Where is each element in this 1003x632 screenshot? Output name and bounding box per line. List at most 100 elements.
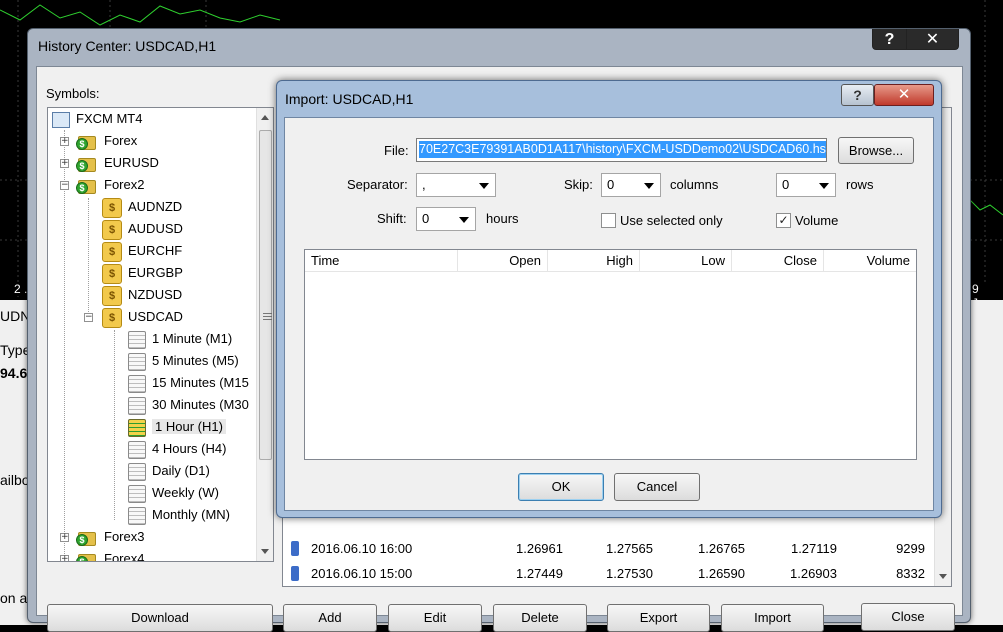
dollar-symbol-icon: $ (102, 241, 122, 262)
tree-item-symbol-usdcad[interactable]: $ USDCAD (102, 306, 183, 328)
tree-item-forex2[interactable]: $ Forex2 (76, 174, 144, 196)
import-preview-table[interactable]: Time Open High Low Close Volume (304, 249, 917, 460)
help-button[interactable]: ? (872, 29, 907, 50)
dollar-symbol-icon: $ (102, 219, 122, 240)
tree-item-eurusd-group[interactable]: $ EURUSD (76, 152, 159, 174)
candle-icon (291, 541, 299, 556)
chevron-down-icon (459, 217, 469, 223)
use-selected-label: Use selected only (620, 213, 723, 228)
download-button[interactable]: Download (47, 604, 273, 632)
column-header[interactable]: Open (458, 250, 548, 272)
tree-item-symbol[interactable]: $ AUDNZD (102, 196, 182, 218)
import-dialog-client: File: 70E27C3E79391AB0D1A117\history\FXC… (284, 117, 934, 511)
terminal-text: on al (0, 590, 31, 606)
help-button[interactable]: ? (841, 84, 874, 106)
tree-item-period[interactable]: 4 Hours (H4) (128, 438, 226, 460)
skip-columns-select[interactable]: 0 (601, 173, 661, 197)
terminal-text: Type (0, 342, 31, 358)
tree-item-period[interactable]: 30 Minutes (M30 (128, 394, 249, 416)
dollar-symbol-icon: $ (102, 307, 122, 328)
add-button[interactable]: Add (283, 604, 377, 632)
history-file-icon (128, 418, 146, 437)
rows-label: rows (846, 177, 874, 192)
close-window-button[interactable]: ✕ (906, 29, 959, 50)
tree-item-period[interactable]: Weekly (W) (128, 482, 219, 504)
tree-line (88, 198, 89, 322)
tree-line (114, 330, 115, 520)
collapse-icon[interactable]: − (84, 313, 93, 322)
symbols-label: Symbols: (46, 86, 100, 101)
skip-rows-select[interactable]: 0 (776, 173, 836, 197)
shift-select[interactable]: 0 (416, 207, 476, 231)
history-file-icon (128, 462, 146, 481)
symbols-tree[interactable]: FXCM MT4 + $ Forex + $ EURUSD − $ Forex2 $ A… (47, 107, 274, 562)
file-path-input[interactable]: 70E27C3E79391AB0D1A117\history\FXCM-USDD… (416, 138, 827, 162)
expand-icon[interactable]: + (60, 555, 69, 561)
skip-label: Skip: (564, 177, 593, 192)
scroll-down-icon[interactable] (261, 549, 269, 554)
delete-button[interactable]: Delete (493, 604, 587, 632)
folder-icon: $ (76, 529, 98, 547)
chevron-down-icon (479, 183, 489, 189)
folder-icon: $ (76, 177, 98, 195)
tree-item-period[interactable]: 5 Minutes (M5) (128, 350, 239, 372)
expand-icon[interactable]: + (60, 137, 69, 146)
table-header: Time Open High Low Close Volume (305, 250, 916, 272)
scroll-up-icon[interactable] (261, 115, 269, 120)
tree-item-symbol[interactable]: $ EURCHF (102, 240, 182, 262)
history-file-icon (128, 484, 146, 503)
tree-item-period-selected[interactable]: 1 Hour (H1) (128, 416, 226, 438)
tree-scrollbar[interactable] (256, 108, 273, 561)
terminal-text: UDN (0, 308, 31, 324)
close-dialog-button[interactable]: ✕ (874, 84, 934, 106)
tree-item-period[interactable]: 1 Minute (M1) (128, 328, 232, 350)
tree-item-symbol[interactable]: $ NZDUSD (102, 284, 182, 306)
columns-label: columns (670, 177, 719, 192)
volume-checkbox[interactable]: ✓ (776, 213, 791, 228)
table-row[interactable]: 2016.06.10 16:00 1.26961 1.27565 1.26765… (283, 536, 933, 561)
folder-icon: $ (76, 155, 98, 173)
separator-label: Separator: (347, 177, 408, 192)
tree-item-root[interactable]: FXCM MT4 (52, 108, 142, 130)
expand-icon[interactable]: + (60, 533, 69, 542)
scroll-thumb[interactable] (259, 130, 272, 460)
tree-line (64, 130, 65, 560)
candle-icon (291, 566, 299, 581)
import-dialog: Import: USDCAD,H1 ? ✕ File: 70E27C3E7939… (276, 80, 942, 518)
tree-item-symbol[interactable]: $ EURGBP (102, 262, 183, 284)
ok-button[interactable]: OK (518, 473, 604, 501)
column-header[interactable]: Close (732, 250, 824, 272)
collapse-icon[interactable]: − (60, 181, 69, 190)
column-header[interactable]: High (548, 250, 640, 272)
column-header[interactable]: Volume (824, 250, 916, 272)
table-row[interactable]: 2016.06.10 15:00 1.27449 1.27530 1.26590… (283, 561, 933, 586)
tree-item-forex4[interactable]: $ Forex4 (76, 548, 144, 561)
separator-select[interactable]: , (416, 173, 496, 197)
tree-item-forex3[interactable]: $ Forex3 (76, 526, 144, 548)
edit-button[interactable]: Edit (388, 604, 482, 632)
file-label: File: (384, 143, 409, 158)
history-file-icon (128, 330, 146, 349)
tree-item-symbol[interactable]: $ AUDUSD (102, 218, 183, 240)
use-selected-checkbox[interactable] (601, 213, 616, 228)
history-center-title: History Center: USDCAD,H1 (38, 38, 217, 54)
tree-item-period[interactable]: 15 Minutes (M15 (128, 372, 249, 394)
browse-button[interactable]: Browse... (838, 137, 914, 164)
dollar-symbol-icon: $ (102, 263, 122, 284)
column-header[interactable]: Time (305, 250, 458, 272)
shift-label: Shift: (377, 211, 407, 226)
cancel-button[interactable]: Cancel (614, 473, 700, 501)
history-file-icon (128, 374, 146, 393)
import-dialog-title: Import: USDCAD,H1 (285, 91, 414, 107)
close-button[interactable]: Close (861, 603, 955, 631)
expand-icon[interactable]: + (60, 159, 69, 168)
scroll-down-icon[interactable] (939, 574, 947, 579)
column-header[interactable]: Low (640, 250, 732, 272)
tree-item-period[interactable]: Monthly (MN) (128, 504, 230, 526)
tree-item-period[interactable]: Daily (D1) (128, 460, 210, 482)
tree-item-forex[interactable]: $ Forex (76, 130, 137, 152)
history-file-icon (128, 396, 146, 415)
import-button[interactable]: Import (721, 604, 824, 632)
export-button[interactable]: Export (607, 604, 710, 632)
terminal-icon (52, 111, 70, 128)
